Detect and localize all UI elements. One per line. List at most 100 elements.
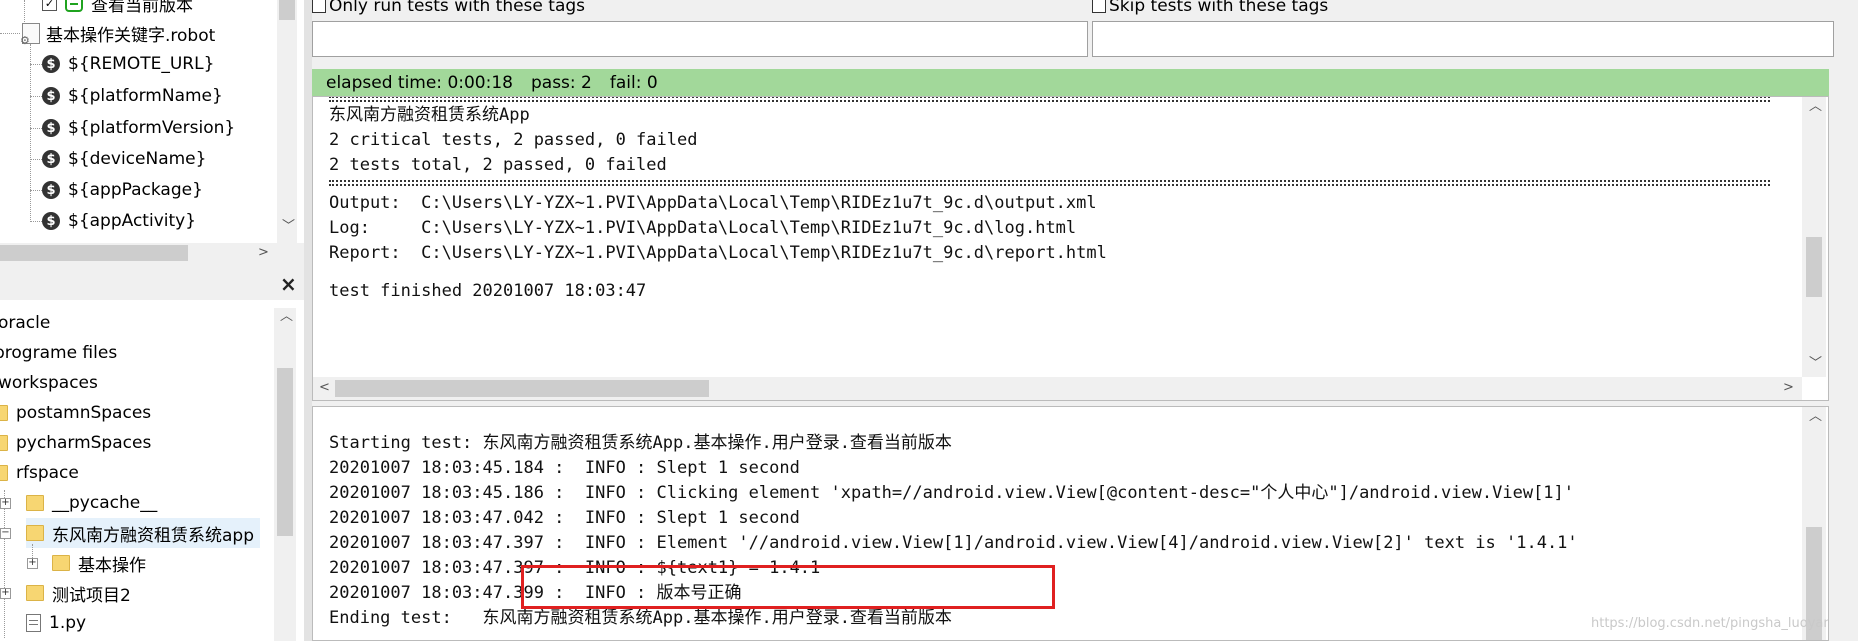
close-icon[interactable]: ×: [280, 272, 297, 296]
only-run-tags-input[interactable]: [312, 21, 1088, 57]
scrollbar-thumb[interactable]: [277, 368, 293, 536]
resource-file-icon: [20, 22, 40, 47]
expand-plus-icon[interactable]: +: [27, 558, 38, 569]
console-log-output[interactable]: Starting test: 东风南方融资租赁系统App.基本操作.用户登录.查…: [312, 406, 1829, 641]
chevron-up-icon[interactable]: ︿: [280, 310, 293, 323]
chevron-down-icon[interactable]: ﹀: [282, 220, 295, 233]
chevron-right-icon[interactable]: >: [258, 246, 269, 259]
chevron-right-icon[interactable]: >: [1783, 381, 1794, 394]
file-tree-label: 基本操作: [78, 555, 146, 576]
console-summary-output[interactable]: 东风南方融资租赁系统App 2 critical tests, 2 passed…: [312, 96, 1829, 401]
file-tree-item[interactable]: 基本操作: [52, 548, 146, 578]
tree-item-label: 查看当前版本: [91, 0, 193, 16]
folder-icon: [0, 405, 8, 421]
file-tree-label: 东风南方融资租赁系统app: [52, 525, 254, 546]
scrollbar-thumb[interactable]: [1806, 237, 1822, 297]
chevron-down-icon[interactable]: ﹀: [1809, 357, 1822, 370]
folder-icon: [26, 525, 44, 541]
watermark: https://blog.csdn.net/pingsha_luoyan: [1591, 616, 1829, 631]
log-line: 20201007 18:03:47.397 : INFO : Element '…: [329, 533, 1578, 553]
console-horizontal-scrollbar[interactable]: < >: [313, 377, 1802, 400]
tree-item-label: ${appActivity}: [68, 211, 197, 231]
file-tree-item[interactable]: postamnSpaces: [0, 398, 151, 428]
file-tree-panel: oracle programe files workspaces postamn…: [0, 300, 304, 641]
tree-guide: [30, 96, 42, 97]
log-line: 20201007 18:03:45.186 : INFO : Clicking …: [329, 483, 1575, 503]
tree-item-variable[interactable]: $ ${appActivity}: [42, 206, 196, 236]
tree-item-resource-file[interactable]: 基本操作关键字.robot: [20, 18, 216, 48]
file-tree-label: programe files: [0, 343, 118, 363]
file-tree-item[interactable]: programe files: [0, 338, 117, 368]
tree-vertical-scrollbar[interactable]: ﹀: [277, 0, 297, 243]
file-tree-item[interactable]: pycharmSpaces: [0, 428, 151, 458]
pass-count: pass: 2: [530, 72, 592, 93]
highlight-annotation-box: [521, 565, 1055, 609]
file-tree-vertical-scrollbar[interactable]: ︿: [274, 308, 296, 641]
tree-item-label: ${appPackage}: [68, 180, 203, 200]
tree-guide: [4, 490, 5, 638]
tree-item-keyword[interactable]: ✓ 查看当前版本: [42, 0, 193, 18]
tree-guide: [30, 190, 42, 191]
scrollbar-thumb[interactable]: [335, 380, 709, 397]
file-tree-item-selected[interactable]: 东风南方融资租赁系统app: [26, 518, 260, 548]
chevron-left-icon[interactable]: <: [319, 381, 330, 394]
console-vertical-scrollbar[interactable]: ︿ ﹀: [1802, 97, 1826, 377]
checkbox-checked-icon[interactable]: ✓: [42, 0, 57, 11]
expand-plus-icon[interactable]: +: [0, 498, 11, 509]
expand-plus-icon[interactable]: +: [0, 588, 11, 599]
tree-item-label: ${platformName}: [68, 86, 223, 106]
file-tree-item[interactable]: workspaces: [0, 368, 98, 398]
file-tree-item[interactable]: 测试项目2: [26, 578, 131, 608]
file-tree-item[interactable]: __pycache__: [26, 488, 157, 518]
tree-item-variable[interactable]: $ ${platformName}: [42, 81, 223, 111]
separator-line: [329, 97, 1770, 102]
skip-tags-input[interactable]: [1092, 21, 1834, 57]
tree-guide: [30, 128, 42, 129]
scrollbar-thumb[interactable]: [0, 245, 188, 261]
log-line: 20201007 18:03:45.184 : INFO : Slept 1 s…: [329, 458, 800, 478]
elapsed-time: elapsed time: 0:00:18: [326, 72, 513, 93]
tree-item-label: 基本操作关键字.robot: [46, 25, 216, 46]
file-tree-item[interactable]: oracle: [0, 308, 50, 338]
tree-horizontal-scrollbar[interactable]: >: [0, 243, 277, 263]
tree-guide: [30, 44, 31, 222]
log-vertical-scrollbar[interactable]: ︿: [1802, 407, 1826, 640]
scrollbar-thumb[interactable]: [279, 0, 295, 20]
skip-checkbox[interactable]: [1092, 0, 1106, 13]
panel-splitter[interactable]: [304, 0, 312, 641]
chevron-up-icon[interactable]: ︿: [1809, 100, 1822, 113]
variable-icon: $: [42, 181, 60, 199]
tree-guide: [30, 221, 42, 222]
console-line: 东风南方融资租赁系统App: [329, 105, 530, 125]
variable-icon: $: [42, 119, 60, 137]
skip-label: Skip tests with these tags: [1109, 0, 1329, 16]
variable-icon: $: [42, 55, 60, 73]
skip-tags-option[interactable]: Skip tests with these tags: [1092, 0, 1328, 16]
only-run-tags-option[interactable]: Only run tests with these tags: [312, 0, 585, 16]
file-icon: [26, 614, 41, 632]
file-tree-item[interactable]: 1.py: [26, 608, 86, 638]
tree-item-variable[interactable]: $ ${deviceName}: [42, 144, 206, 174]
only-run-checkbox[interactable]: [312, 0, 326, 13]
chevron-up-icon[interactable]: ︿: [1809, 410, 1822, 423]
console-line: Report: C:\Users\LY-YZX~1.PVI\AppData\Lo…: [329, 243, 1107, 263]
tree-item-label: ${REMOTE_URL}: [68, 54, 215, 74]
tree-guide: [30, 64, 42, 65]
folder-icon: [0, 465, 8, 481]
variable-icon: $: [42, 87, 60, 105]
only-run-label: Only run tests with these tags: [329, 0, 586, 16]
tree-item-label: ${platformVersion}: [68, 118, 236, 138]
collapse-minus-icon[interactable]: −: [0, 528, 11, 539]
file-tree-label: workspaces: [0, 373, 98, 393]
run-status-bar: elapsed time: 0:00:18 pass: 2 fail: 0: [312, 69, 1829, 96]
file-tree-label: 测试项目2: [52, 585, 131, 606]
keyword-icon: [65, 0, 83, 12]
tree-item-variable[interactable]: $ ${REMOTE_URL}: [42, 49, 214, 79]
test-tree-panel: ✓ 查看当前版本 基本操作关键字.robot $ ${REMOTE_URL} $…: [0, 0, 304, 243]
console-line: test finished 20201007 18:03:47: [329, 281, 647, 301]
tree-item-variable[interactable]: $ ${platformVersion}: [42, 113, 235, 143]
tree-item-variable[interactable]: $ ${appPackage}: [42, 175, 203, 205]
file-tree-header: ×: [0, 272, 304, 300]
console-line: 2 tests total, 2 passed, 0 failed: [329, 155, 667, 175]
file-tree-item[interactable]: rfspace: [0, 458, 79, 488]
